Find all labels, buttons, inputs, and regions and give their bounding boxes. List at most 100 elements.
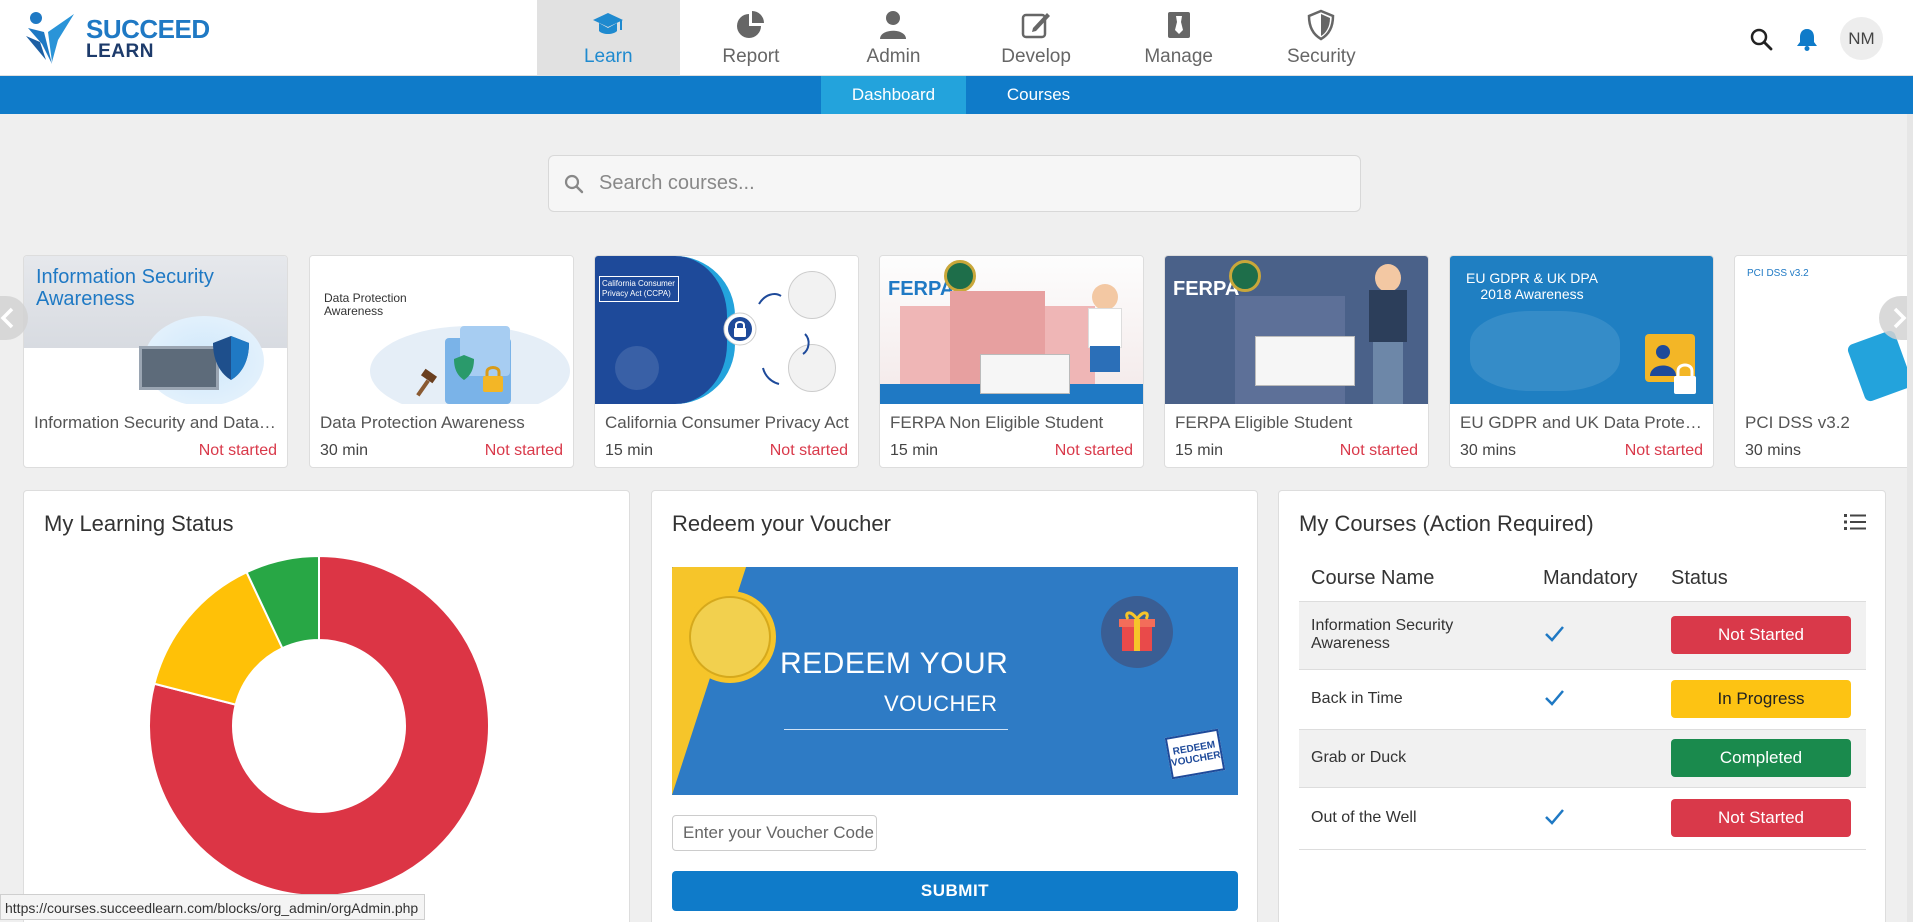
thumb-text: California Consumer Privacy Act (CCPA)	[599, 276, 679, 302]
mandatory-cell	[1531, 601, 1659, 670]
course-card[interactable]: EU GDPR & UK DPA 2018 Awareness EU GDPR …	[1449, 255, 1714, 468]
course-card[interactable]: Data Protection Awareness Data Protectio…	[309, 255, 574, 468]
my-courses-title: My Courses (Action Required)	[1299, 511, 1594, 536]
course-card[interactable]: FERPA FERPA Eligible Student 15 min Not …	[1164, 255, 1429, 468]
course-card[interactable]: Information Security Awareness Informati…	[23, 255, 288, 468]
course-thumbnail: Data Protection Awareness	[310, 256, 573, 404]
module-develop[interactable]: Develop	[965, 0, 1108, 76]
status-badge[interactable]: Not Started	[1671, 616, 1851, 654]
my-courses-table: Course Name Mandatory Status Information…	[1299, 557, 1866, 850]
module-admin-label: Admin	[866, 46, 921, 67]
voucher-title: Redeem your Voucher	[672, 511, 891, 536]
status-badge[interactable]: Not Started	[1671, 799, 1851, 837]
column-status: Status	[1659, 557, 1866, 602]
course-thumbnail: Information Security Awareness	[24, 256, 287, 404]
redeem-voucher-badge: REDEEM VOUCHER	[1164, 728, 1226, 780]
course-status: Not started	[1339, 442, 1418, 459]
learning-status-title: My Learning Status	[44, 511, 234, 536]
header-actions: NM	[1748, 17, 1883, 60]
course-title: California Consumer Privacy Act	[605, 413, 849, 432]
gift-icon	[1101, 596, 1173, 668]
shield-icon	[1308, 9, 1335, 41]
search-input[interactable]	[599, 172, 1299, 195]
mandatory-cell	[1531, 729, 1659, 788]
edit-icon	[1021, 13, 1051, 39]
top-header: SUCCEED LEARN Learn Report Admin Develop…	[0, 0, 1913, 76]
course-thumbnail: EU GDPR & UK DPA 2018 Awareness	[1450, 256, 1713, 404]
search-icon[interactable]	[1748, 26, 1774, 52]
course-name: Back in Time	[1299, 669, 1531, 730]
module-report[interactable]: Report	[680, 0, 823, 76]
voucher-panel: Redeem your Voucher REDEEM YOUR VOUCHER …	[651, 490, 1258, 922]
page-scrollbar[interactable]	[1907, 114, 1913, 922]
status-cell: Not Started	[1659, 601, 1866, 670]
user-icon	[880, 11, 907, 39]
sub-nav: Dashboard Courses	[0, 76, 1913, 114]
status-badge[interactable]: In Progress	[1671, 680, 1851, 718]
course-thumbnail: FERPA	[880, 256, 1143, 404]
module-security-label: Security	[1286, 46, 1356, 67]
lock-icon	[483, 366, 503, 392]
shield-icon	[454, 355, 474, 380]
course-search	[548, 155, 1361, 212]
course-name: Out of the Well	[1299, 787, 1531, 850]
course-title: EU GDPR and UK Data Protection	[1460, 413, 1705, 432]
voucher-banner: REDEEM YOUR VOUCHER REDEEM VOUCHER	[672, 567, 1238, 795]
my-courses-panel: My Courses (Action Required) Course Name…	[1278, 490, 1886, 922]
column-mandatory: Mandatory	[1531, 557, 1659, 602]
learning-status-donut-chart	[148, 554, 490, 897]
course-duration: 30 mins	[1745, 442, 1802, 459]
gavel-icon	[416, 368, 438, 397]
course-thumbnail: FERPA	[1165, 256, 1428, 404]
lock-icon	[1674, 363, 1696, 394]
user-avatar[interactable]: NM	[1840, 17, 1883, 60]
course-title: FERPA Non Eligible Student	[890, 413, 1104, 432]
course-title: Information Security and Data Protection	[34, 413, 279, 432]
shield-icon	[213, 336, 249, 380]
module-report-label: Report	[722, 46, 780, 67]
tab-courses[interactable]: Courses	[966, 76, 1111, 114]
course-status: Not started	[484, 442, 563, 459]
module-security[interactable]: Security	[1250, 0, 1393, 76]
manage-icon	[1167, 12, 1190, 38]
succeed-learn-logo[interactable]: SUCCEED LEARN	[24, 10, 210, 66]
submit-voucher-button[interactable]: SUBMIT	[672, 871, 1238, 911]
status-badge[interactable]: Completed	[1671, 739, 1851, 777]
course-duration: 15 min	[890, 442, 939, 459]
course-carousel: Information Security Awareness Informati…	[0, 255, 1913, 469]
graduation-cap-icon	[593, 13, 624, 34]
course-card[interactable]: California Consumer Privacy Act (CCPA) C…	[594, 255, 859, 468]
module-learn-label: Learn	[583, 46, 633, 67]
module-learn[interactable]: Learn	[537, 0, 680, 76]
checkmark-icon	[1545, 625, 1564, 642]
course-status: Not started	[198, 442, 277, 459]
course-thumbnail: California Consumer Privacy Act (CCPA)	[595, 256, 858, 404]
course-duration: 30 mins	[1460, 442, 1517, 459]
course-name: Grab or Duck	[1299, 729, 1531, 788]
bell-icon[interactable]	[1794, 26, 1820, 52]
course-card[interactable]: PCI DSS v3.2 PCI DSS v3.2 30 mins	[1734, 255, 1913, 468]
course-duration: 15 min	[1175, 442, 1224, 459]
course-duration: 30 min	[320, 442, 369, 459]
module-admin[interactable]: Admin	[822, 0, 965, 76]
logo-text-learn: LEARN	[86, 40, 154, 62]
voucher-code-input[interactable]	[672, 815, 877, 851]
table-row[interactable]: Out of the Well Not Started	[1299, 787, 1866, 850]
table-row[interactable]: Information Security Awareness Not Start…	[1299, 601, 1866, 670]
list-icon[interactable]	[1843, 511, 1867, 533]
status-cell: In Progress	[1659, 669, 1866, 730]
module-manage-label: Manage	[1144, 46, 1213, 67]
logo-icon	[26, 12, 74, 64]
table-row[interactable]: Grab or Duck Completed	[1299, 729, 1866, 788]
course-card[interactable]: FERPA FERPA Non Eligible Student 15 min …	[879, 255, 1144, 468]
mandatory-cell	[1531, 669, 1659, 730]
checkmark-icon	[1545, 689, 1564, 706]
course-duration: 15 min	[605, 442, 654, 459]
banner-line2: VOUCHER	[884, 691, 998, 716]
tab-dashboard[interactable]: Dashboard	[821, 76, 966, 114]
course-status: Not started	[1054, 442, 1133, 459]
table-row[interactable]: Back in Time In Progress	[1299, 669, 1866, 730]
module-manage[interactable]: Manage	[1107, 0, 1250, 76]
checkmark-icon	[1545, 808, 1564, 825]
browser-status-url: https://courses.succeedlearn.com/blocks/…	[0, 894, 426, 920]
